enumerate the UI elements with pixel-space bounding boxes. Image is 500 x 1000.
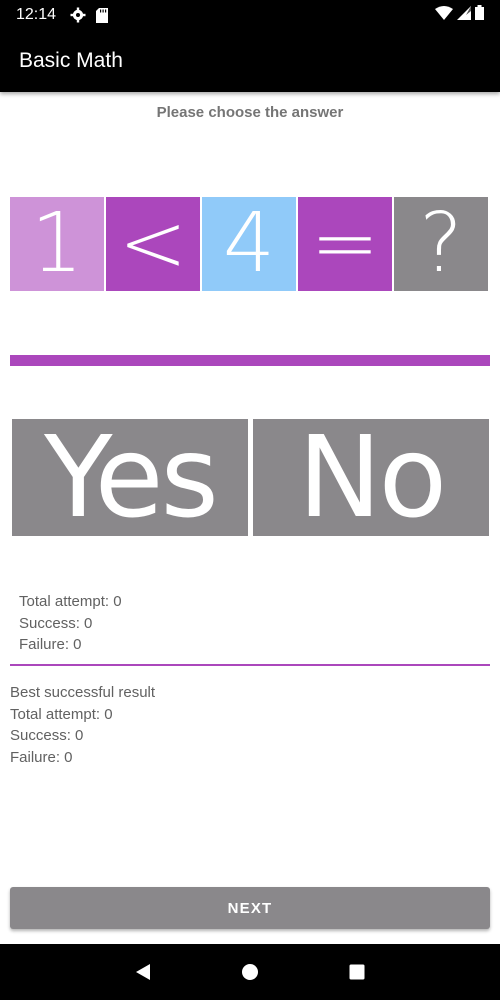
back-icon[interactable]	[123, 952, 163, 992]
recents-icon[interactable]	[337, 952, 377, 992]
equation-tile-equals: =	[298, 197, 392, 291]
sd-card-icon	[96, 7, 109, 23]
best-result: Best successful result Total attempt: 0 …	[10, 682, 155, 769]
battery-icon	[475, 5, 484, 25]
best-total-attempt: Total attempt: 0	[10, 705, 113, 723]
stats-divider	[10, 664, 490, 666]
navigation-bar	[0, 944, 500, 1000]
status-time: 12:14	[16, 6, 57, 23]
app-title: Basic Math	[19, 49, 123, 72]
equation-tile-operator: <	[106, 197, 200, 291]
gear-icon	[70, 7, 86, 23]
stats-success: Success: 0	[19, 614, 93, 632]
stats-total-attempt: Total attempt: 0	[19, 593, 122, 610]
progress-divider	[10, 355, 490, 366]
status-right	[435, 5, 484, 25]
equation: 1 < 4 = ?	[10, 197, 490, 291]
answer-options: Yes No	[12, 419, 489, 536]
signal-icon	[457, 5, 471, 25]
home-icon[interactable]	[230, 952, 270, 992]
app-bar: Basic Math	[0, 30, 500, 92]
equation-tile-right-operand: 4	[202, 197, 296, 291]
best-success: Success: 0	[10, 727, 84, 745]
equation-tile-left-operand: 1	[10, 197, 104, 291]
next-button[interactable]: NEXT	[10, 887, 490, 929]
wifi-icon	[435, 5, 453, 25]
screen: 12:14 Basic Math Please choose the answe…	[0, 0, 500, 1000]
best-heading: Best successful result	[10, 684, 156, 701]
best-failure: Failure: 0	[10, 749, 73, 767]
yes-button[interactable]: Yes	[12, 419, 248, 536]
current-stats: Total attempt: 0 Success: 0 Failure: 0	[19, 591, 122, 656]
equation-tile-result: ?	[394, 197, 488, 291]
instruction-text: Please choose the answer	[156, 104, 344, 121]
no-button[interactable]: No	[253, 419, 489, 536]
stats-failure: Failure: 0	[19, 636, 82, 653]
status-bar: 12:14	[0, 0, 500, 30]
